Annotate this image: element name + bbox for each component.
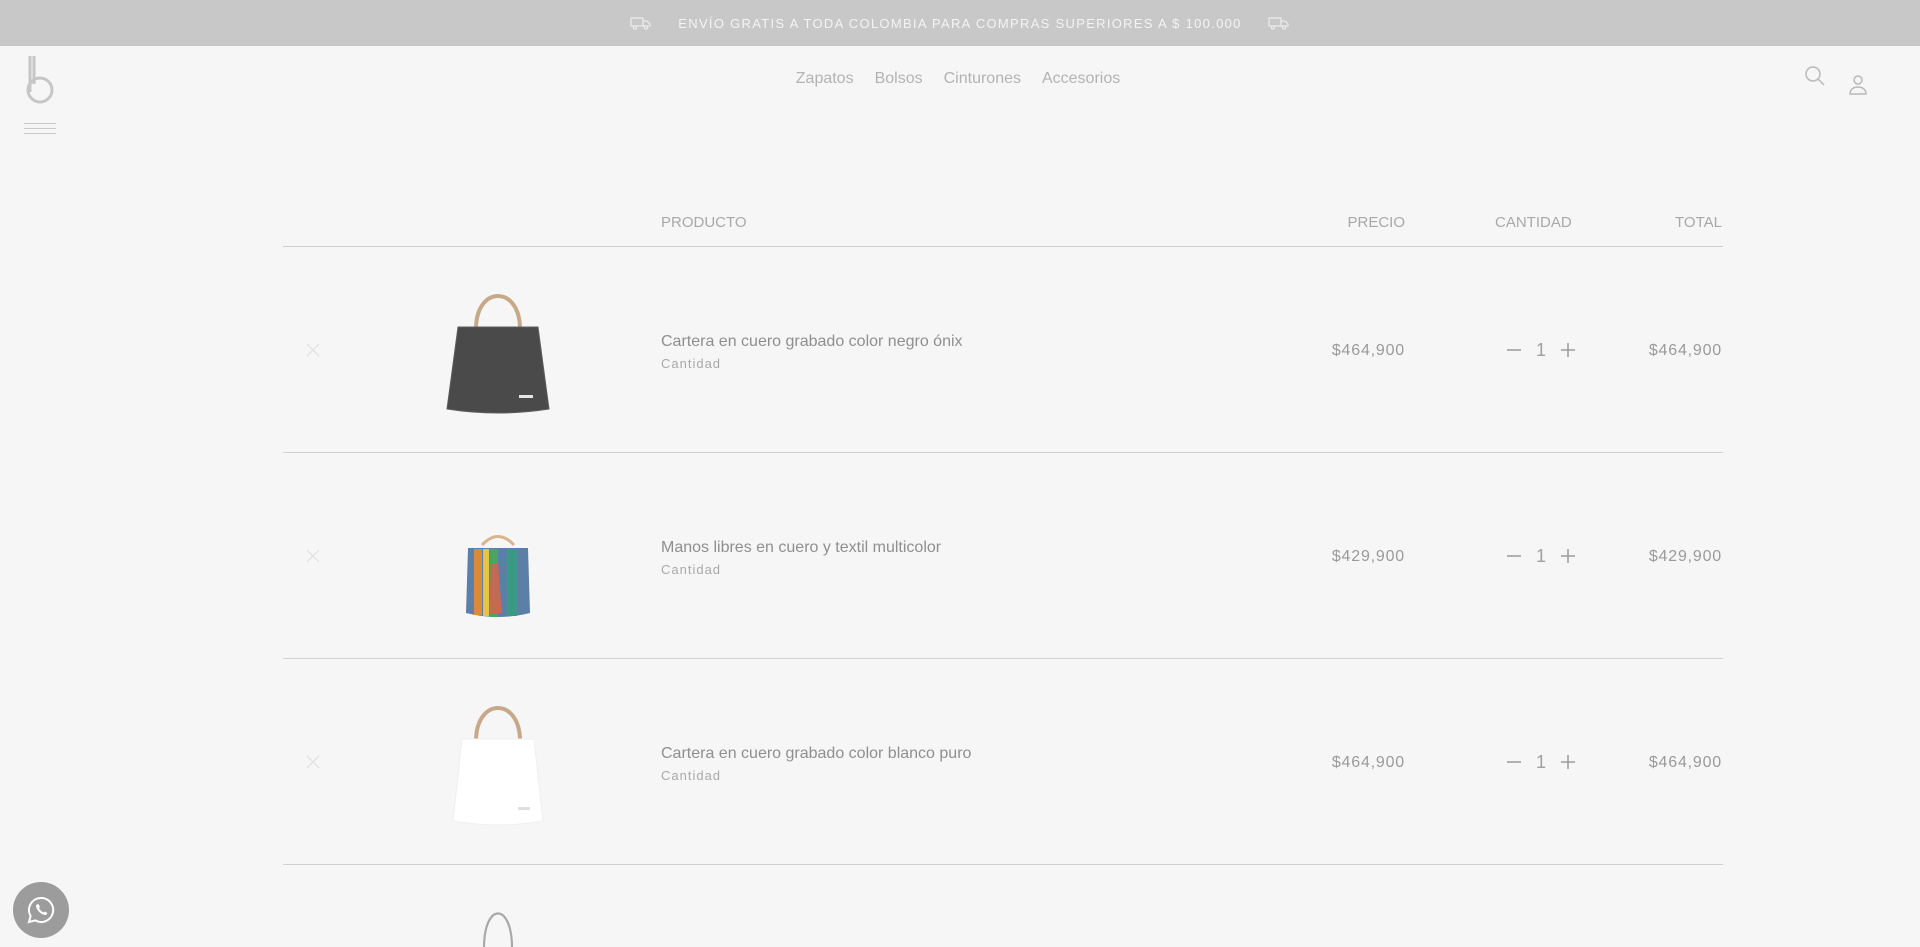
quantity-stepper: 1 <box>1504 544 1578 568</box>
whatsapp-icon[interactable] <box>13 882 69 938</box>
main-nav: Zapatos Bolsos Cinturones Accesorios <box>0 70 1920 88</box>
product-name[interactable]: Manos libres en cuero y textil multicolo… <box>661 539 941 557</box>
increase-quantity-button[interactable] <box>1558 752 1578 772</box>
quantity-value: 1 <box>1535 339 1546 360</box>
quantity-value: 1 <box>1535 751 1546 772</box>
remove-item-icon[interactable] <box>305 342 321 358</box>
header-product: PRODUCTO <box>661 214 747 231</box>
quantity-value: 1 <box>1535 545 1546 566</box>
header-price: PRECIO <box>1347 214 1405 231</box>
product-name[interactable]: Cartera en cuero grabado color negro óni… <box>661 333 963 351</box>
remove-item-icon[interactable] <box>305 754 321 770</box>
increase-quantity-button[interactable] <box>1558 546 1578 566</box>
increase-quantity-button[interactable] <box>1558 340 1578 360</box>
user-icon[interactable] <box>1847 73 1869 100</box>
product-image-multicolor-bucket-bag[interactable] <box>428 483 568 628</box>
hamburger-icon[interactable] <box>24 123 56 135</box>
promo-bar: ENVÍO GRATIS A TODA COLOMBIA PARA COMPRA… <box>0 0 1920 46</box>
product-quantity-label: Cantidad <box>661 356 722 371</box>
promo-text: ENVÍO GRATIS A TODA COLOMBIA PARA COMPRA… <box>678 15 1242 31</box>
product-image-partial[interactable] <box>428 898 568 947</box>
cart-table-header: PRODUCTO PRECIO CANTIDAD TOTAL <box>283 212 1723 247</box>
nav-item-bolsos[interactable]: Bolsos <box>875 70 923 88</box>
remove-item-icon[interactable] <box>305 548 321 564</box>
product-price: $464,900 <box>1331 342 1405 359</box>
product-price: $464,900 <box>1331 754 1405 771</box>
product-name[interactable]: Cartera en cuero grabado color blanco pu… <box>661 745 971 763</box>
product-price: $429,900 <box>1331 548 1405 565</box>
nav-item-accesorios[interactable]: Accesorios <box>1042 70 1120 88</box>
cart-row: Cartera en cuero grabado color negro óni… <box>283 247 1723 453</box>
quantity-stepper: 1 <box>1504 338 1578 362</box>
decrease-quantity-button[interactable] <box>1504 546 1524 566</box>
product-quantity-label: Cantidad <box>661 562 722 577</box>
product-image-black-handbag[interactable] <box>428 277 568 422</box>
row-total: $429,900 <box>1648 548 1722 565</box>
product-image-white-handbag[interactable] <box>428 689 568 834</box>
header-quantity: CANTIDAD <box>1495 214 1572 231</box>
nav-item-cinturones[interactable]: Cinturones <box>944 70 1021 88</box>
row-total: $464,900 <box>1648 342 1722 359</box>
header-total: TOTAL <box>1675 214 1722 231</box>
cart-row: Cartera en cuero grabado color blanco pu… <box>283 659 1723 865</box>
product-quantity-label: Cantidad <box>661 768 722 783</box>
quantity-stepper: 1 <box>1504 750 1578 774</box>
truck-icon <box>1268 16 1290 30</box>
search-icon[interactable] <box>1803 64 1827 93</box>
truck-icon <box>630 16 652 30</box>
decrease-quantity-button[interactable] <box>1504 752 1524 772</box>
row-total: $464,900 <box>1648 754 1722 771</box>
nav-item-zapatos[interactable]: Zapatos <box>796 70 854 88</box>
decrease-quantity-button[interactable] <box>1504 340 1524 360</box>
cart-row: Manos libres en cuero y textil multicolo… <box>283 453 1723 659</box>
